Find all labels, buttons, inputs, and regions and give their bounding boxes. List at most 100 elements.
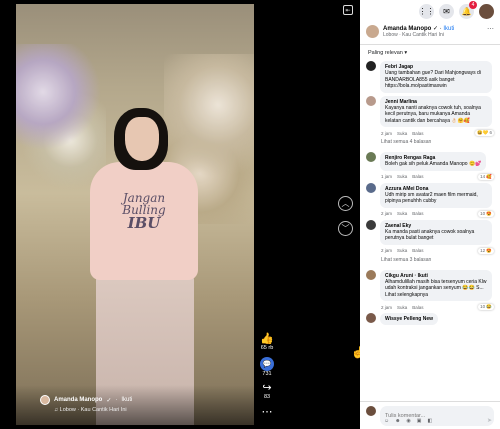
reaction-count[interactable]: 😆💛 6 (475, 130, 494, 136)
avatar[interactable] (40, 395, 50, 405)
like-action[interactable]: 👍 65 rb (258, 333, 276, 351)
next-video-button[interactable]: ﹀ (338, 221, 353, 236)
comment-author[interactable]: Wissye Pelleng New (385, 316, 433, 322)
more-action[interactable]: ⋯ (258, 406, 276, 418)
comment-row: Jenni Marlina Kayanya nanti anaknya cowok… (366, 95, 494, 127)
composer-tools: ☺ ☻ ◉ ▣ ◧ (384, 418, 432, 424)
comment-row: Febri Jagap Uang tambahan gue? Dari Mahjo… (366, 61, 494, 93)
comment-row: Azzura AMei Dona Udh mirip sm avatar2 mae… (366, 182, 494, 208)
avatar[interactable] (366, 61, 376, 71)
comment-time[interactable]: 2 jam (381, 131, 392, 136)
video-subtitle: Lobow · Kau Cantik Hari Ini (59, 407, 127, 413)
sticker-icon[interactable]: ◧ (427, 418, 432, 424)
comment-count: 731 (262, 371, 272, 377)
comment-item: Jenni Marlina Kayanya nanti anaknya cowok… (366, 95, 494, 145)
reaction-count[interactable]: 14 🥰 (478, 173, 494, 180)
caret-down-icon: ▾ (404, 50, 408, 56)
comment-item: Azzura AMei Dona Udh mirip sm avatar2 mae… (366, 182, 494, 217)
comment-like-button[interactable]: Suka (397, 248, 407, 253)
comment-bubble: Febri Jagap Uang tambahan gue? Dari Mahjo… (380, 61, 492, 93)
notifications-button[interactable]: 🔔 4 (459, 0, 477, 19)
comment-row: Zaenal Eky Ka manda pasti anaknya cowok s… (366, 219, 494, 245)
filter-label: Paling relevan (368, 50, 403, 56)
video-viewer: Jangan Bulling IBU Amanda Manopo ✓ · Iku… (0, 0, 365, 429)
like-count: 65 rb (260, 345, 274, 351)
avatar[interactable] (366, 219, 376, 230)
avatar[interactable] (366, 95, 376, 106)
messenger-icon: ✉ (443, 6, 450, 16)
comments-panel: ⋮⋮ ✉ 🔔 4 Amanda Manopo ✓ · Ikuti Lobow ·… (360, 0, 500, 429)
comment-reply-button[interactable]: Balas (412, 131, 423, 136)
comment-text: Ka manda pasti anaknya cowok soalnya per… (385, 228, 475, 242)
follow-link[interactable]: Ikuti (443, 26, 454, 32)
video-gradient (16, 385, 254, 425)
comment-list: Febri Jagap Uang tambahan gue? Dari Mahjo… (360, 61, 500, 325)
comment-item: Renjiro Rengas Raga Boleh gak sih peluk A… (366, 152, 494, 180)
person-face (125, 117, 159, 161)
thumbs-up-icon: 👍 (260, 333, 274, 345)
comment-reply-button[interactable]: Balas (412, 305, 423, 310)
avatar[interactable] (366, 182, 376, 193)
comment-item: Febri Jagap Uang tambahan gue? Dari Mahjo… (366, 61, 494, 93)
comment-time[interactable]: 2 jam (381, 305, 392, 310)
verified-icon: ✓ (106, 397, 112, 404)
collapse-icon[interactable]: ⇤ (343, 5, 353, 15)
grid-icon: ⋮⋮ (418, 6, 435, 16)
comment-reply-button[interactable]: Balas (412, 174, 423, 179)
share-action[interactable]: ↪ 83 (258, 382, 276, 400)
comment-bubble: Jenni Marlina Kayanya nanti anaknya cowok… (380, 95, 492, 127)
comment-filter-dropdown[interactable]: Paling relevan ▾ (360, 45, 500, 61)
messenger-button[interactable]: ✉ (439, 3, 454, 19)
comment-like-button[interactable]: Suka (397, 174, 407, 179)
avatar-sticker-icon[interactable]: ☺ (384, 418, 389, 424)
comment-reply-button[interactable]: Balas (412, 248, 423, 253)
more-options-icon[interactable]: ⋯ (487, 25, 494, 33)
comment-like-button[interactable]: Suka (397, 131, 407, 136)
comment-reply-button[interactable]: Balas (412, 211, 423, 216)
screen: Jangan Bulling IBU Amanda Manopo ✓ · Iku… (0, 0, 500, 429)
video-author-row: Amanda Manopo ✓ · Ikuti (40, 395, 132, 405)
comment-meta: 1 jam Suka Balas 14 🥰 (381, 173, 494, 180)
comment-bubble: Renjiro Rengas Raga Boleh gak sih peluk A… (380, 152, 487, 171)
avatar[interactable] (366, 313, 376, 323)
reaction-count[interactable]: 10 😍 (478, 210, 494, 217)
emoji-icon[interactable]: ☻ (395, 418, 400, 424)
avatar[interactable] (366, 152, 376, 162)
avatar[interactable] (366, 269, 376, 280)
comment-row: Cikgu Aruni · Ikuti Alhamdulillah masih b… (366, 269, 494, 301)
post-title: Amanda Manopo ✓ · Ikuti (383, 26, 455, 32)
comment-action[interactable]: 💬 731 (258, 357, 276, 377)
post-header: Amanda Manopo ✓ · Ikuti Lobow · Kau Cant… (360, 22, 500, 45)
comment-time[interactable]: 2 jam (381, 248, 392, 253)
view-replies-link[interactable]: Lihat semua 3 balasan (381, 257, 494, 263)
video-follow-link[interactable]: Ikuti (121, 397, 132, 403)
comment-text: Udh mirip sm avatar2 maen film mermaid, … (385, 191, 478, 205)
video-audio-label[interactable]: ♫ Lobow · Kau Cantik Hari Ini (54, 407, 127, 413)
comment-time[interactable]: 2 jam (381, 211, 392, 216)
gif-icon[interactable]: ▣ (417, 418, 422, 424)
profile-button[interactable] (479, 3, 494, 19)
comment-item: Zaenal Eky Ka manda pasti anaknya cowok s… (366, 219, 494, 263)
comment-like-button[interactable]: Suka (397, 305, 407, 310)
comment-time[interactable]: 1 jam (381, 174, 392, 179)
send-icon[interactable]: ➤ (487, 417, 492, 424)
reel-video[interactable]: Jangan Bulling IBU Amanda Manopo ✓ · Iku… (16, 4, 254, 425)
comment-text: Uang tambahan gue? Dari Mahjongways di B… (385, 70, 481, 89)
shirt-print: Jangan Bulling IBU (108, 192, 180, 231)
reaction-count[interactable]: 10 😂 (478, 304, 494, 310)
shirt-line3: IBU (127, 214, 161, 232)
avatar (366, 406, 376, 416)
reaction-count[interactable]: 12 😍 (478, 247, 494, 254)
avatar[interactable] (366, 25, 379, 38)
comment-like-button[interactable]: Suka (397, 211, 407, 216)
comment-bubble: Cikgu Aruni · Ikuti Alhamdulillah masih b… (380, 269, 492, 301)
view-replies-link[interactable]: Lihat semua 4 balasan (381, 139, 494, 145)
comment-meta: 2 jam Suka Balas 😆💛 6 (381, 130, 494, 136)
comment-text: Kayanya nanti anaknya cowok tuh, soalnya… (385, 104, 481, 124)
video-author-name[interactable]: Amanda Manopo (54, 397, 102, 403)
camera-icon[interactable]: ◉ (406, 418, 410, 424)
post-subtitle: Lobow · Kau Cantik Hari Ini (383, 32, 444, 38)
menu-grid-button[interactable]: ⋮⋮ (418, 3, 435, 19)
comment-bubble: Wissye Pelleng New (380, 313, 439, 325)
previous-video-button[interactable]: ︿ (338, 196, 353, 211)
